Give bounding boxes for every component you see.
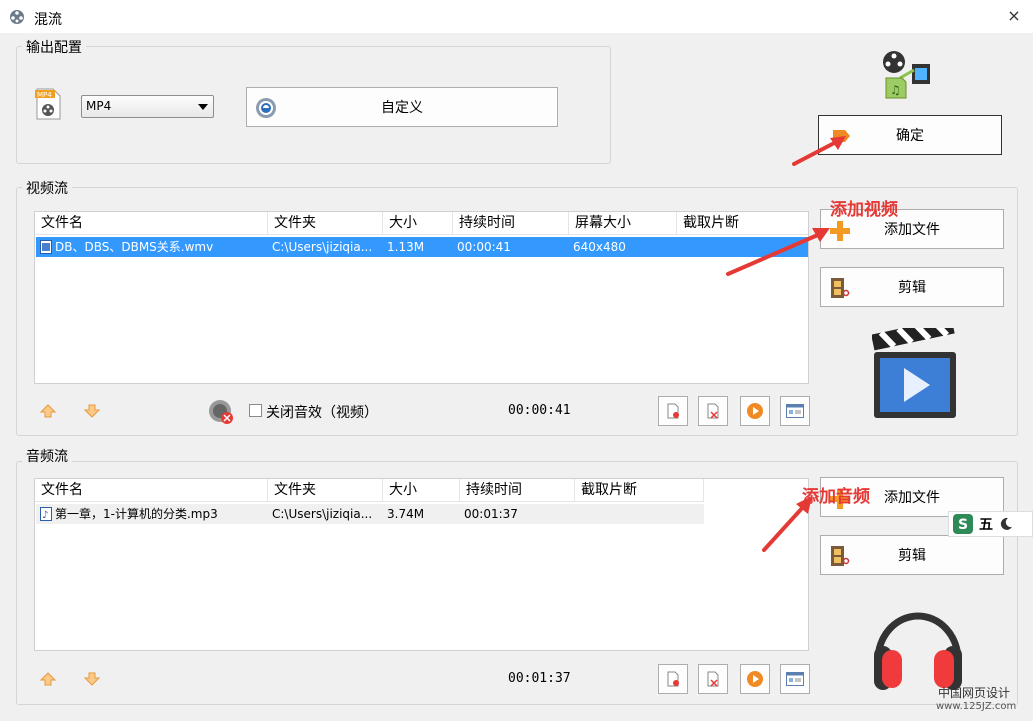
video-info-button[interactable] <box>780 396 810 426</box>
watermark-url: www.125JZ.com <box>936 701 1017 712</box>
video-edit-label: 剪辑 <box>898 280 926 296</box>
video-file-folder: C:\Users\jiziqia... <box>272 240 373 254</box>
svg-text:♪: ♪ <box>42 510 48 521</box>
video-file-name: DB、DBS、DBMS关系.wmv <box>55 240 214 254</box>
column-header[interactable]: 屏幕大小 <box>569 212 677 235</box>
clear-list-icon <box>707 403 719 419</box>
audio-file-list[interactable]: 文件名 文件夹 大小 持续时间 截取片断 ♪ 第一章，1-计算机的分类.mp3 … <box>34 478 809 651</box>
mute-video-label: 关闭音效（视频） <box>266 405 378 421</box>
column-header[interactable]: 持续时间 <box>453 212 569 235</box>
ime-mode-label: 五 <box>979 517 993 533</box>
move-down-icon[interactable] <box>84 403 100 419</box>
audio-file-folder: C:\Users\jiziqia... <box>272 507 373 521</box>
svg-text:S: S <box>958 517 968 533</box>
column-header[interactable]: 文件名 <box>35 479 268 502</box>
close-button[interactable]: × <box>1004 6 1024 26</box>
audio-file-duration: 00:01:37 <box>464 507 518 521</box>
audio-info-button[interactable] <box>780 664 810 694</box>
headphones-icon <box>874 612 962 690</box>
video-file-duration: 00:00:41 <box>457 240 511 254</box>
table-row[interactable]: DB、DBS、DBMS关系.wmv C:\Users\jiziqia... 1.… <box>36 237 808 257</box>
delete-file-icon <box>667 671 679 687</box>
moon-icon <box>1000 517 1012 530</box>
clapperboard-icon <box>872 328 956 418</box>
svg-text:♫: ♫ <box>890 83 901 97</box>
video-list-header: 文件名 文件夹 大小 持续时间 屏幕大小 截取片断 <box>35 212 808 235</box>
audio-list-header: 文件名 文件夹 大小 持续时间 截取片断 <box>35 479 704 502</box>
video-file-size: 1.13M <box>387 240 425 254</box>
audio-edit-button[interactable]: 剪辑 <box>820 535 1004 575</box>
chevron-down-icon <box>198 104 208 110</box>
play-icon <box>747 403 763 419</box>
format-select[interactable]: MP4 <box>81 95 214 118</box>
mix-media-icon: ♫ <box>883 51 930 99</box>
video-clear-button[interactable] <box>698 396 728 426</box>
delete-file-icon <box>667 403 679 419</box>
move-down-icon[interactable] <box>84 671 100 687</box>
confirm-button-label: 确定 <box>896 128 924 144</box>
play-icon <box>747 671 763 687</box>
clear-list-icon <box>707 671 719 687</box>
audio-file-name: 第一章，1-计算机的分类.mp3 <box>55 507 218 521</box>
mp4-file-icon: MP4 <box>35 88 61 120</box>
audio-file-icon: ♪ <box>40 507 52 521</box>
video-play-button[interactable] <box>740 396 770 426</box>
ime-toolbar[interactable]: S 五 <box>948 511 1033 537</box>
column-header[interactable]: 大小 <box>383 479 460 502</box>
watermark-title: 中国网页设计 <box>938 686 1011 700</box>
gear-globe-icon <box>256 98 276 118</box>
format-select-value: MP4 <box>86 99 112 113</box>
info-card-icon <box>786 672 804 686</box>
move-up-icon[interactable] <box>40 671 56 687</box>
video-file-screen: 640x480 <box>573 240 626 254</box>
audio-file-clip <box>575 504 703 524</box>
film-scissors-icon <box>831 278 850 298</box>
annotation-add-video: 添加视频 <box>830 200 898 220</box>
annotation-arrow-confirm <box>792 136 846 166</box>
audio-total-time: 00:01:37 <box>508 671 571 686</box>
audio-stream-title: 音频流 <box>22 446 72 466</box>
window-title: 混流 <box>34 12 62 28</box>
custom-button[interactable]: 自定义 <box>246 87 558 127</box>
mute-speaker-icon <box>209 400 233 424</box>
audio-file-size: 3.74M <box>387 507 425 521</box>
video-edit-button[interactable]: 剪辑 <box>820 267 1004 307</box>
annotation-arrow-audio <box>762 496 812 552</box>
table-row[interactable]: ♪ 第一章，1-计算机的分类.mp3 C:\Users\jiziqia... 3… <box>36 504 704 524</box>
info-card-icon <box>786 404 804 418</box>
column-header[interactable]: 文件夹 <box>268 479 383 502</box>
sogou-s-icon: S <box>953 514 973 534</box>
column-header[interactable]: 持续时间 <box>460 479 575 502</box>
output-config-title: 输出配置 <box>22 37 86 57</box>
annotation-arrow-video <box>726 228 830 276</box>
video-stream-title: 视频流 <box>22 178 72 198</box>
video-delete-button[interactable] <box>658 396 688 426</box>
video-add-file-label: 添加文件 <box>884 222 940 238</box>
mute-video-checkbox[interactable] <box>249 404 262 417</box>
audio-play-button[interactable] <box>740 664 770 694</box>
audio-edit-label: 剪辑 <box>898 548 926 564</box>
audio-clear-button[interactable] <box>698 664 728 694</box>
audio-delete-button[interactable] <box>658 664 688 694</box>
custom-button-label: 自定义 <box>381 100 423 116</box>
column-header[interactable]: 大小 <box>383 212 453 235</box>
svg-text:MP4: MP4 <box>37 91 52 99</box>
film-scissors-icon <box>831 546 850 566</box>
move-up-icon[interactable] <box>40 403 56 419</box>
film-reel-icon <box>10 10 24 24</box>
title-bar: 混流 × <box>0 0 1033 34</box>
column-header[interactable]: 文件夹 <box>268 212 383 235</box>
video-file-icon <box>40 240 52 254</box>
video-total-time: 00:00:41 <box>508 403 571 418</box>
audio-add-file-label: 添加文件 <box>884 490 940 506</box>
column-header[interactable]: 文件名 <box>35 212 268 235</box>
video-file-list[interactable]: 文件名 文件夹 大小 持续时间 屏幕大小 截取片断 DB、DBS、DBMS关系.… <box>34 211 809 384</box>
column-header[interactable]: 截取片断 <box>575 479 704 502</box>
